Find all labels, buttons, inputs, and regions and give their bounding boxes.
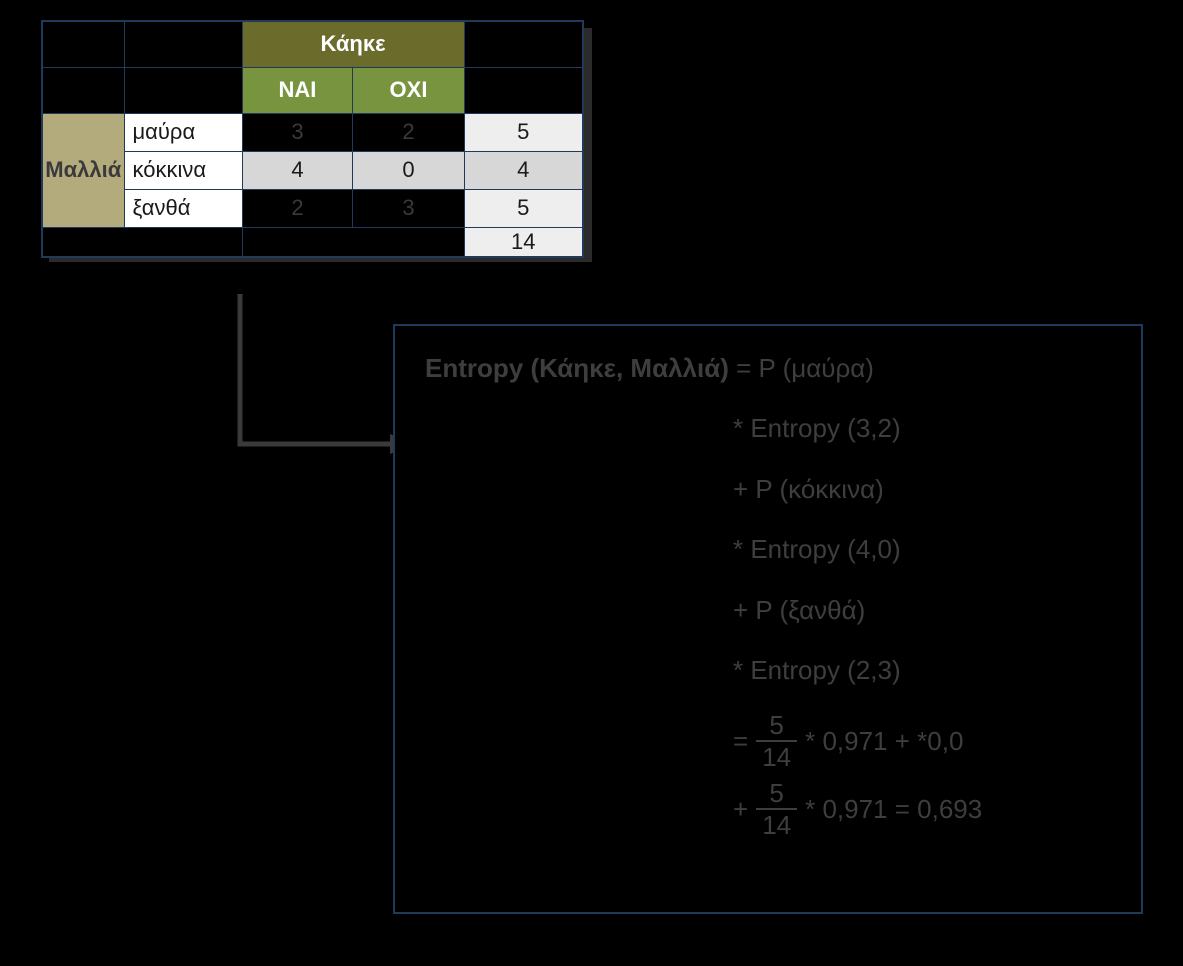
cell-value: 2 <box>242 189 353 227</box>
row-label: μαύρα <box>124 113 242 151</box>
fraction-den: 14 <box>756 810 797 838</box>
contingency-table-wrap: Κάηκε ΝΑΙ ΟΧΙ Μαλλιά μαύρα 3 2 5 κόκκινα… <box>41 20 584 258</box>
cell-value: 3 <box>353 189 464 227</box>
fraction-num: 5 <box>756 712 797 742</box>
fraction: 5 14 <box>756 712 797 770</box>
empty-cell <box>124 67 242 113</box>
formula-line: + 5 14 * 0,971 = 0,693 <box>733 780 1111 838</box>
row-total: 5 <box>464 113 583 151</box>
cell-value: 3 <box>242 113 353 151</box>
grand-total: 14 <box>464 227 583 257</box>
equals-sign: = <box>733 723 748 759</box>
formula-lhs: Entropy (Κάηκε, Μαλλιά) <box>425 353 729 383</box>
empty-cell <box>464 67 583 113</box>
formula-line: * Entropy (2,3) <box>733 652 1111 688</box>
formula-text: * 0,971 = 0,693 <box>805 791 982 827</box>
row-label: κόκκινα <box>124 151 242 189</box>
arrow-icon <box>230 294 420 474</box>
fraction-den: 14 <box>756 742 797 770</box>
col-header-no: ΟΧΙ <box>353 67 464 113</box>
empty-cell <box>42 67 124 113</box>
formula-line: = 5 14 * 0,971 + *0,0 <box>733 712 1111 770</box>
formula-line: + P (κόκκινα) <box>733 471 1111 507</box>
formula-text: = P (μαύρα) <box>729 353 874 383</box>
formula-line: Entropy (Κάηκε, Μαλλιά) = P (μαύρα) <box>425 350 1111 386</box>
fraction: 5 14 <box>756 780 797 838</box>
cell-value: 0 <box>353 151 464 189</box>
empty-cell <box>124 21 242 67</box>
cell-value: 4 <box>242 151 353 189</box>
cell-value: 2 <box>353 113 464 151</box>
formula-line: * Entropy (3,2) <box>733 410 1111 446</box>
col-header-yes: ΝΑΙ <box>242 67 353 113</box>
row-total: 4 <box>464 151 583 189</box>
empty-cell <box>242 227 464 257</box>
contingency-table: Κάηκε ΝΑΙ ΟΧΙ Μαλλιά μαύρα 3 2 5 κόκκινα… <box>41 20 584 258</box>
empty-cell <box>42 21 124 67</box>
entropy-formula-box: Entropy (Κάηκε, Μαλλιά) = P (μαύρα) * En… <box>393 324 1143 914</box>
empty-cell <box>42 227 242 257</box>
col-header-main: Κάηκε <box>242 21 464 67</box>
plus-sign: + <box>733 791 748 827</box>
row-header: Μαλλιά <box>42 113 124 227</box>
formula-text: * 0,971 + *0,0 <box>805 723 963 759</box>
formula-line: * Entropy (4,0) <box>733 531 1111 567</box>
row-total: 5 <box>464 189 583 227</box>
row-label: ξανθά <box>124 189 242 227</box>
formula-line: + P (ξανθά) <box>733 592 1111 628</box>
fraction-num: 5 <box>756 780 797 810</box>
empty-cell <box>464 21 583 67</box>
